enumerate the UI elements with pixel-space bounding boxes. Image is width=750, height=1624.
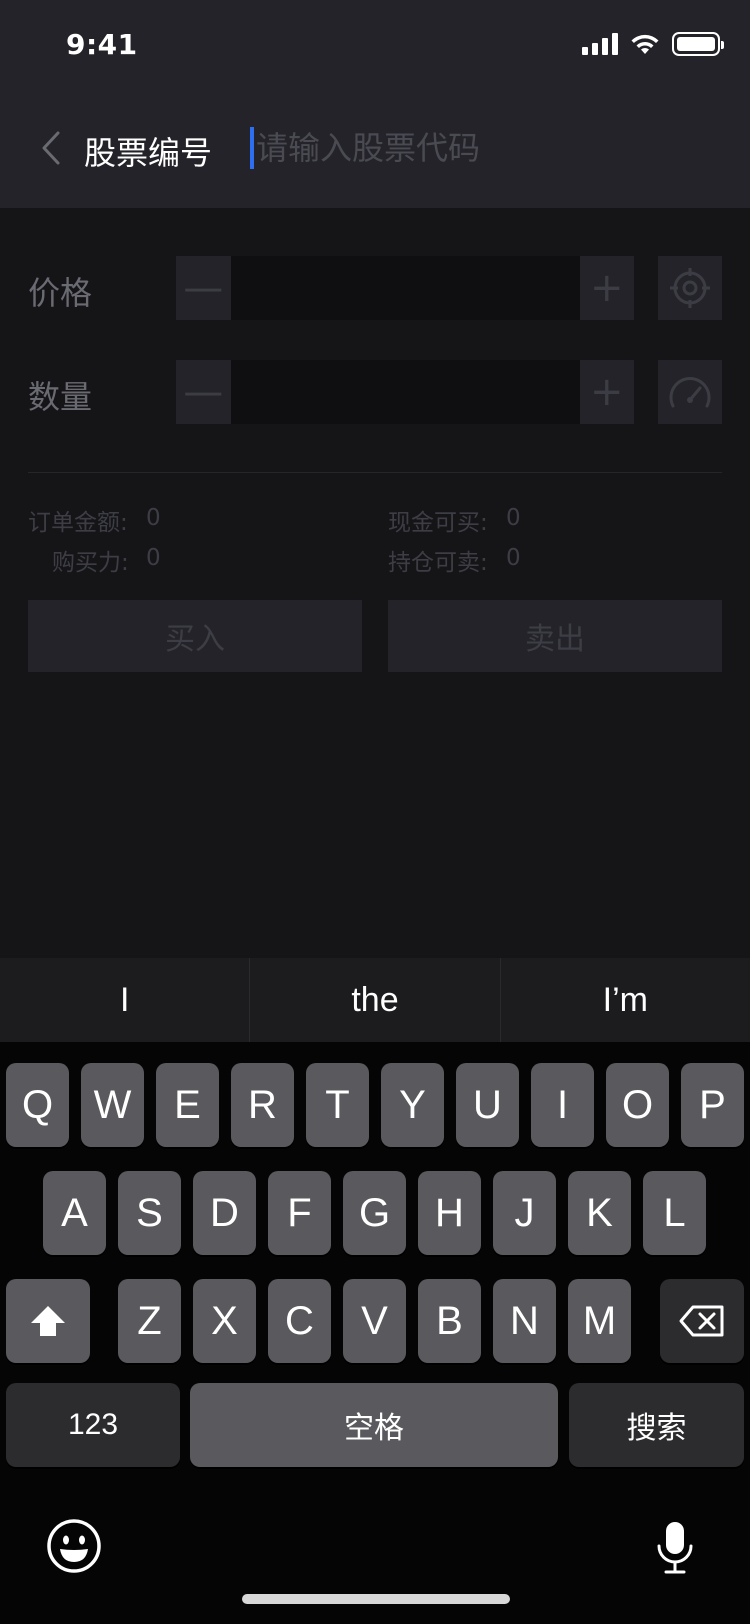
- key-g[interactable]: G: [343, 1171, 406, 1255]
- crosshair-icon: [670, 268, 710, 308]
- key-i[interactable]: I: [531, 1063, 594, 1147]
- sell-button[interactable]: 卖出: [388, 600, 722, 672]
- cellular-signal-icon: [582, 33, 618, 55]
- minus-icon: —: [183, 265, 224, 311]
- emoji-button[interactable]: [46, 1518, 102, 1574]
- emoji-icon: [47, 1519, 101, 1573]
- cash-buyable-label: 现金可买:: [388, 510, 488, 536]
- key-k[interactable]: K: [568, 1171, 631, 1255]
- dictation-button[interactable]: [654, 1520, 696, 1576]
- key-c[interactable]: C: [268, 1279, 331, 1363]
- plus-icon: +: [589, 265, 624, 311]
- buy-button[interactable]: 买入: [28, 600, 362, 672]
- quantity-input[interactable]: [230, 360, 580, 424]
- key-r[interactable]: R: [231, 1063, 294, 1147]
- keyboard-suggestion-bar: I the I’m: [0, 958, 750, 1042]
- price-decrease-button[interactable]: —: [176, 256, 231, 320]
- key-n[interactable]: N: [493, 1279, 556, 1363]
- stock-code-input[interactable]: [256, 129, 696, 167]
- key-f[interactable]: F: [268, 1171, 331, 1255]
- keyboard: Q W E R T Y U I O P A S D F G H J K L Z …: [0, 1042, 750, 1624]
- backspace-icon: [679, 1305, 724, 1337]
- key-x[interactable]: X: [193, 1279, 256, 1363]
- cash-buyable-value: 0: [506, 505, 521, 531]
- key-q[interactable]: Q: [6, 1063, 69, 1147]
- plus-icon: +: [589, 369, 624, 415]
- position-sellable-label: 持仓可卖:: [388, 550, 488, 576]
- gauge-icon: [669, 377, 711, 408]
- minus-icon: —: [183, 369, 224, 415]
- key-z[interactable]: Z: [118, 1279, 181, 1363]
- order-amount-label: 订单金额:: [28, 510, 128, 536]
- status-time: 9:41: [66, 28, 138, 61]
- wifi-icon: [631, 34, 659, 54]
- quantity-label: 数量: [28, 378, 93, 416]
- delete-key[interactable]: [660, 1279, 744, 1363]
- key-u[interactable]: U: [456, 1063, 519, 1147]
- price-input[interactable]: [230, 256, 580, 320]
- text-caret: [250, 127, 254, 169]
- numbers-key[interactable]: 123: [6, 1383, 180, 1467]
- quantity-increase-button[interactable]: +: [579, 360, 634, 424]
- key-y[interactable]: Y: [381, 1063, 444, 1147]
- key-d[interactable]: D: [193, 1171, 256, 1255]
- quantity-max-button[interactable]: [658, 360, 722, 424]
- position-sellable-value: 0: [506, 545, 521, 571]
- key-o[interactable]: O: [606, 1063, 669, 1147]
- key-a[interactable]: A: [43, 1171, 106, 1255]
- suggestion-3[interactable]: I’m: [501, 958, 750, 1042]
- key-b[interactable]: B: [418, 1279, 481, 1363]
- chevron-left-icon: [42, 131, 60, 165]
- form-divider: [28, 472, 722, 473]
- stock-search-field[interactable]: [250, 124, 720, 172]
- suggestion-1[interactable]: I: [0, 958, 249, 1042]
- quantity-stepper: — +: [176, 360, 634, 424]
- microphone-icon: [657, 1522, 693, 1574]
- key-e[interactable]: E: [156, 1063, 219, 1147]
- space-key[interactable]: 空格: [190, 1383, 558, 1467]
- key-p[interactable]: P: [681, 1063, 744, 1147]
- price-stepper: — +: [176, 256, 634, 320]
- key-j[interactable]: J: [493, 1171, 556, 1255]
- search-key[interactable]: 搜索: [569, 1383, 744, 1467]
- status-icons: [582, 32, 724, 56]
- order-amount-value: 0: [146, 505, 161, 531]
- price-label: 价格: [28, 274, 93, 312]
- key-s[interactable]: S: [118, 1171, 181, 1255]
- key-v[interactable]: V: [343, 1279, 406, 1363]
- back-button[interactable]: [30, 118, 70, 178]
- battery-icon: [672, 32, 724, 56]
- key-m[interactable]: M: [568, 1279, 631, 1363]
- key-t[interactable]: T: [306, 1063, 369, 1147]
- key-h[interactable]: H: [418, 1171, 481, 1255]
- key-l[interactable]: L: [643, 1171, 706, 1255]
- app-header: 9:41 股票编号: [0, 0, 750, 208]
- price-locate-button[interactable]: [658, 256, 722, 320]
- price-increase-button[interactable]: +: [579, 256, 634, 320]
- key-w[interactable]: W: [81, 1063, 144, 1147]
- shift-arrow-icon: [31, 1306, 65, 1336]
- suggestion-2[interactable]: the: [250, 958, 499, 1042]
- shift-key[interactable]: [6, 1279, 90, 1363]
- buying-power-label: 购买力:: [52, 550, 129, 576]
- home-indicator[interactable]: [242, 1594, 510, 1604]
- quantity-decrease-button[interactable]: —: [176, 360, 231, 424]
- buying-power-value: 0: [146, 545, 161, 571]
- stock-code-label: 股票编号: [84, 134, 213, 172]
